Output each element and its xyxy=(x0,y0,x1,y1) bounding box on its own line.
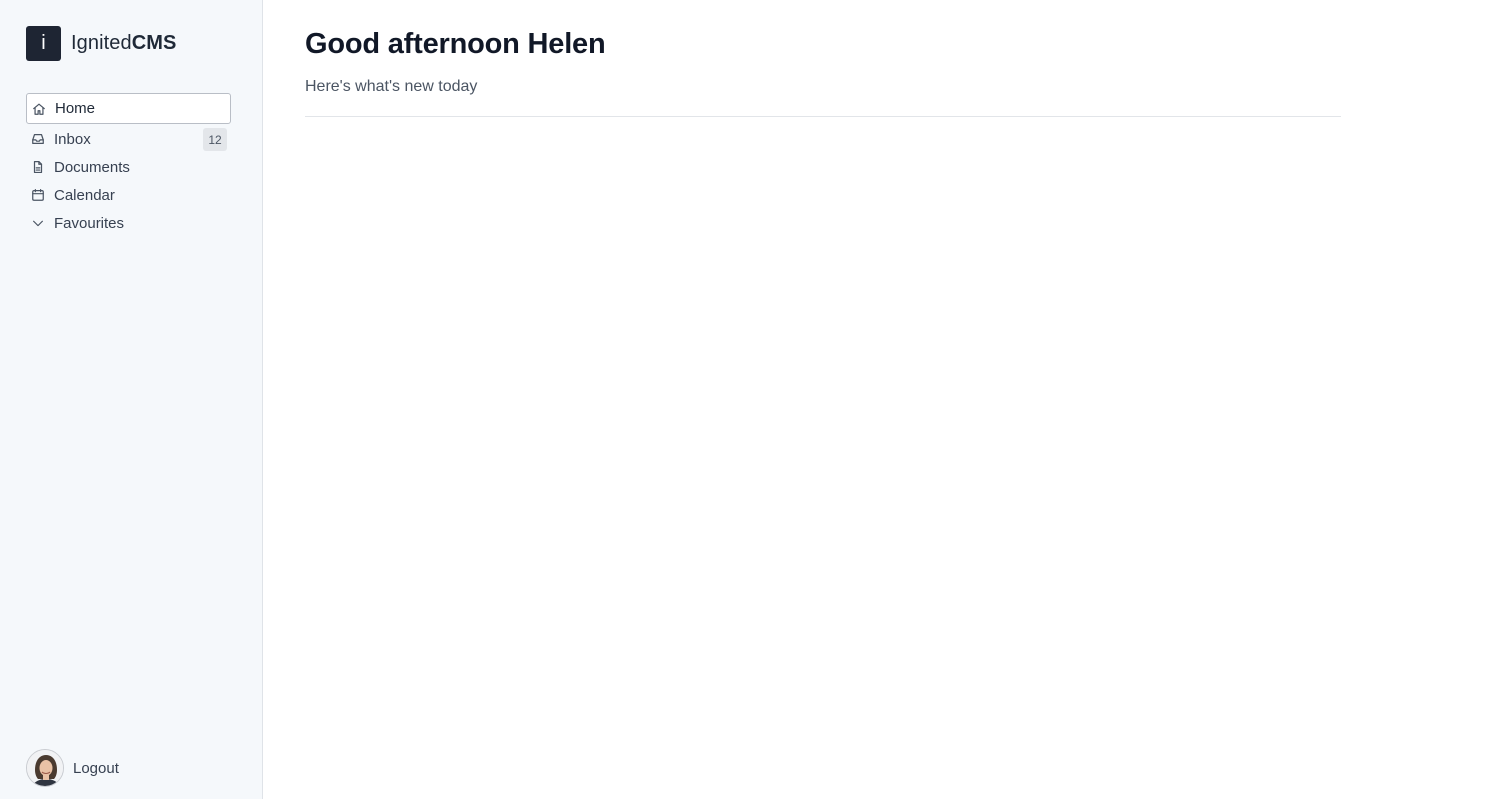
sidebar-nav: Home Inbox 12 Documents Calendar Favouri… xyxy=(26,93,231,237)
brand-name-bold: CMS xyxy=(131,32,177,54)
page-subtitle: Here's what's new today xyxy=(305,78,478,95)
sidebar-item-label: Inbox xyxy=(54,130,91,148)
brand-name-regular: Ignited xyxy=(71,32,132,54)
page-title: Good afternoon Helen xyxy=(305,28,606,60)
sidebar-item-label: Calendar xyxy=(54,186,115,204)
chevron-down-icon xyxy=(30,215,46,231)
sidebar-item-label: Documents xyxy=(54,158,130,176)
sidebar-item-favourites[interactable]: Favourites xyxy=(26,209,231,237)
sidebar-item-home[interactable]: Home xyxy=(26,93,231,124)
home-icon xyxy=(31,101,47,117)
inbox-count-badge: 12 xyxy=(203,128,227,151)
sidebar-item-label: Home xyxy=(55,100,96,117)
sidebar-item-label: Favourites xyxy=(54,214,125,232)
logout-button[interactable]: Logout xyxy=(26,749,119,787)
calendar-icon xyxy=(30,187,46,203)
sidebar-item-inbox[interactable]: Inbox 12 xyxy=(26,125,231,153)
app-shell: i IgnitedCMS Home Inbox 12 Documents Cal… xyxy=(0,0,1499,799)
document-icon xyxy=(30,159,46,175)
brand-logo: i xyxy=(26,26,61,61)
divider xyxy=(305,116,1341,117)
brand-name: IgnitedCMS xyxy=(71,32,177,55)
sidebar-item-documents[interactable]: Documents xyxy=(26,153,231,181)
inbox-icon xyxy=(30,131,46,147)
brand[interactable]: i IgnitedCMS xyxy=(26,26,177,61)
brand-logo-letter: i xyxy=(41,32,46,54)
logout-label: Logout xyxy=(73,759,119,777)
main-content: Good afternoon Helen Here's what's new t… xyxy=(263,0,1499,799)
sidebar-item-calendar[interactable]: Calendar xyxy=(26,181,231,209)
avatar xyxy=(26,749,64,787)
sidebar: i IgnitedCMS Home Inbox 12 Documents Cal… xyxy=(0,0,263,799)
